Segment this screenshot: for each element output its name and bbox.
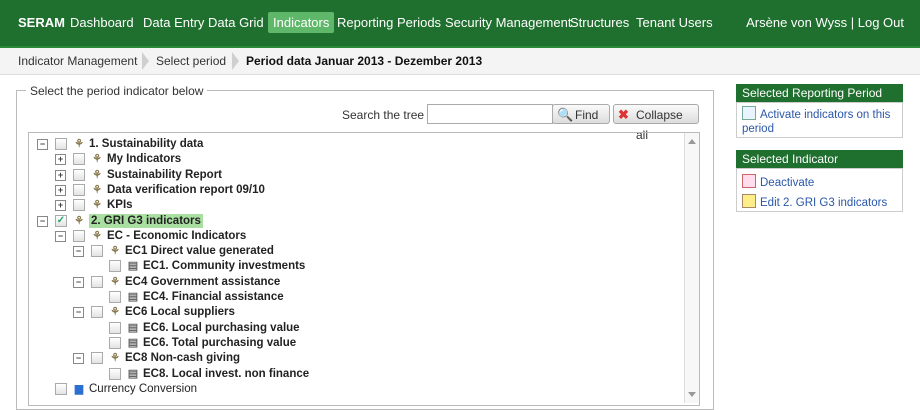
- find-button[interactable]: 🔍 Find: [552, 104, 610, 124]
- selected-indicator-header: Selected Indicator: [736, 150, 903, 168]
- collapse-icon[interactable]: −: [73, 353, 84, 365]
- indicator-tree: − ⚘ 1. Sustainability data + ⚘ My Indicators +…: [28, 132, 700, 406]
- brand-logo[interactable]: SERAM: [18, 15, 65, 30]
- tree-hierarchy-icon: ⚘: [92, 229, 102, 242]
- panel-legend: Select the period indicator below: [26, 84, 208, 98]
- tree-node-label[interactable]: 1. Sustainability data: [89, 137, 203, 151]
- collapse-icon[interactable]: −: [55, 230, 66, 242]
- tree-node-checkbox[interactable]: [91, 352, 103, 365]
- tree-node-checkbox[interactable]: [73, 183, 85, 196]
- breadcrumb-separator: [232, 52, 239, 70]
- activate-indicators-link[interactable]: Activate indicators on this period: [742, 106, 900, 136]
- tree-node-label[interactable]: Currency Conversion: [89, 382, 197, 396]
- breadcrumb-indicator-management[interactable]: Indicator Management: [18, 54, 137, 68]
- tree-hierarchy-icon: ⚘: [110, 306, 120, 319]
- collapse-all-button[interactable]: ✖ Collapse all: [613, 104, 699, 142]
- tree-node-checkbox[interactable]: [91, 306, 103, 319]
- tree-node-checkbox[interactable]: [109, 291, 121, 303]
- selected-reporting-period-header: Selected Reporting Period: [736, 84, 903, 102]
- expand-icon[interactable]: +: [55, 169, 66, 181]
- tree-node-label[interactable]: EC4 Government assistance: [125, 275, 280, 289]
- collapse-icon[interactable]: −: [37, 139, 48, 150]
- tree-node-label[interactable]: My Indicators: [107, 152, 181, 166]
- breadcrumb: Indicator Management Select period Perio…: [0, 48, 920, 75]
- tree-node-label[interactable]: EC6 Local suppliers: [125, 305, 235, 319]
- top-navigation-bar: SERAM Dashboard Data Entry Data Grid Ind…: [0, 0, 920, 48]
- breadcrumb-current-period: Period data Januar 2013 - Dezember 2013: [246, 54, 483, 68]
- tree-node-checkbox[interactable]: [73, 199, 85, 212]
- tree-node-checkbox[interactable]: [73, 153, 85, 166]
- tree-node-checkbox[interactable]: [109, 336, 121, 349]
- tree-node-label[interactable]: Data verification report 09/10: [107, 183, 265, 197]
- red-x-icon: ✖: [618, 107, 629, 122]
- collapse-icon[interactable]: −: [73, 276, 84, 288]
- edit-indicator-link[interactable]: Edit 2. GRI G3 indicators: [742, 194, 887, 210]
- nav-indicators[interactable]: Indicators: [268, 12, 335, 33]
- expand-icon[interactable]: +: [55, 154, 66, 166]
- tree-node-label[interactable]: EC4. Financial assistance: [143, 290, 284, 304]
- deactivate-link[interactable]: Deactivate: [742, 174, 814, 190]
- tree-node-checkbox[interactable]: [73, 168, 85, 181]
- nav-reporting-periods[interactable]: Reporting Periods: [337, 15, 441, 30]
- tree-node-label[interactable]: Sustainability Report: [107, 168, 222, 182]
- search-label: Search the tree: [342, 108, 425, 122]
- tree-node-label[interactable]: 2. GRI G3 indicators: [89, 213, 203, 228]
- tree-hierarchy-icon: ⚘: [92, 183, 102, 196]
- expand-icon[interactable]: +: [55, 200, 66, 212]
- nav-dashboard[interactable]: Dashboard: [70, 15, 134, 30]
- tree-node-label[interactable]: EC1 Direct value generated: [125, 244, 274, 258]
- tree-node-checkbox[interactable]: ✓: [55, 214, 67, 227]
- magnifier-icon: 🔍: [557, 107, 574, 122]
- tree-node-label[interactable]: KPIs: [107, 198, 133, 212]
- tree-node-label[interactable]: EC8. Local invest. non finance: [143, 367, 309, 381]
- search-tree-input[interactable]: [427, 104, 553, 124]
- tree-node-label[interactable]: EC1. Community investments: [143, 259, 305, 273]
- edit-icon: [742, 194, 756, 208]
- tree-node-label[interactable]: EC6. Local purchasing value: [143, 321, 300, 335]
- indicator-sheet-icon: ▤: [127, 260, 139, 273]
- tree-node-checkbox[interactable]: [109, 321, 121, 334]
- breadcrumb-select-period[interactable]: Select period: [156, 54, 226, 68]
- bar-chart-icon: ▆: [74, 382, 84, 395]
- indicator-sheet-icon: ▤: [127, 291, 139, 303]
- collapse-icon[interactable]: −: [73, 307, 84, 319]
- nav-tenant-users[interactable]: Tenant Users: [636, 15, 713, 30]
- indicator-sheet-icon: ▤: [127, 321, 139, 334]
- tree-hierarchy-icon: ⚘: [92, 199, 102, 212]
- indicator-sheet-icon: ▤: [127, 367, 139, 380]
- tree-node-checkbox[interactable]: [55, 138, 67, 150]
- scroll-up-arrow-icon[interactable]: [688, 139, 696, 144]
- tree-scrollbar[interactable]: [684, 133, 699, 403]
- indicator-sheet-icon: ▤: [127, 336, 139, 349]
- nav-security-management[interactable]: Security Management: [445, 15, 571, 30]
- nav-data-entry[interactable]: Data Entry: [143, 15, 204, 30]
- tree-node-label[interactable]: EC6. Total purchasing value: [143, 336, 296, 350]
- tree-node-checkbox[interactable]: [109, 260, 121, 273]
- scroll-down-arrow-icon[interactable]: [688, 392, 696, 397]
- tree-hierarchy-icon: ⚘: [74, 138, 84, 150]
- tree-hierarchy-icon: ⚘: [92, 168, 102, 181]
- nav-structures[interactable]: Structures: [570, 15, 629, 30]
- tree-node-checkbox[interactable]: [73, 229, 85, 242]
- tree-hierarchy-icon: ⚘: [74, 214, 84, 227]
- expand-icon[interactable]: +: [55, 184, 66, 196]
- user-logout-link[interactable]: Arsène von Wyss | Log Out: [746, 15, 904, 30]
- tree-node-checkbox[interactable]: [55, 382, 67, 395]
- tree-hierarchy-icon: ⚘: [110, 245, 120, 258]
- deactivate-icon: [742, 174, 756, 188]
- tree-node-checkbox[interactable]: [109, 367, 121, 380]
- tree-node-checkbox[interactable]: [91, 275, 103, 288]
- collapse-icon[interactable]: −: [73, 246, 84, 258]
- tree-hierarchy-icon: ⚘: [110, 275, 120, 288]
- activate-icon: [742, 106, 756, 120]
- tree-hierarchy-icon: ⚘: [110, 352, 120, 365]
- tree-hierarchy-icon: ⚘: [92, 153, 102, 166]
- collapse-icon[interactable]: −: [37, 215, 48, 227]
- breadcrumb-separator: [142, 52, 149, 70]
- tree-node-label[interactable]: EC8 Non-cash giving: [125, 351, 240, 365]
- tree-node-checkbox[interactable]: [91, 245, 103, 258]
- nav-data-grid[interactable]: Data Grid: [208, 15, 264, 30]
- tree-node-label[interactable]: EC - Economic Indicators: [107, 229, 246, 243]
